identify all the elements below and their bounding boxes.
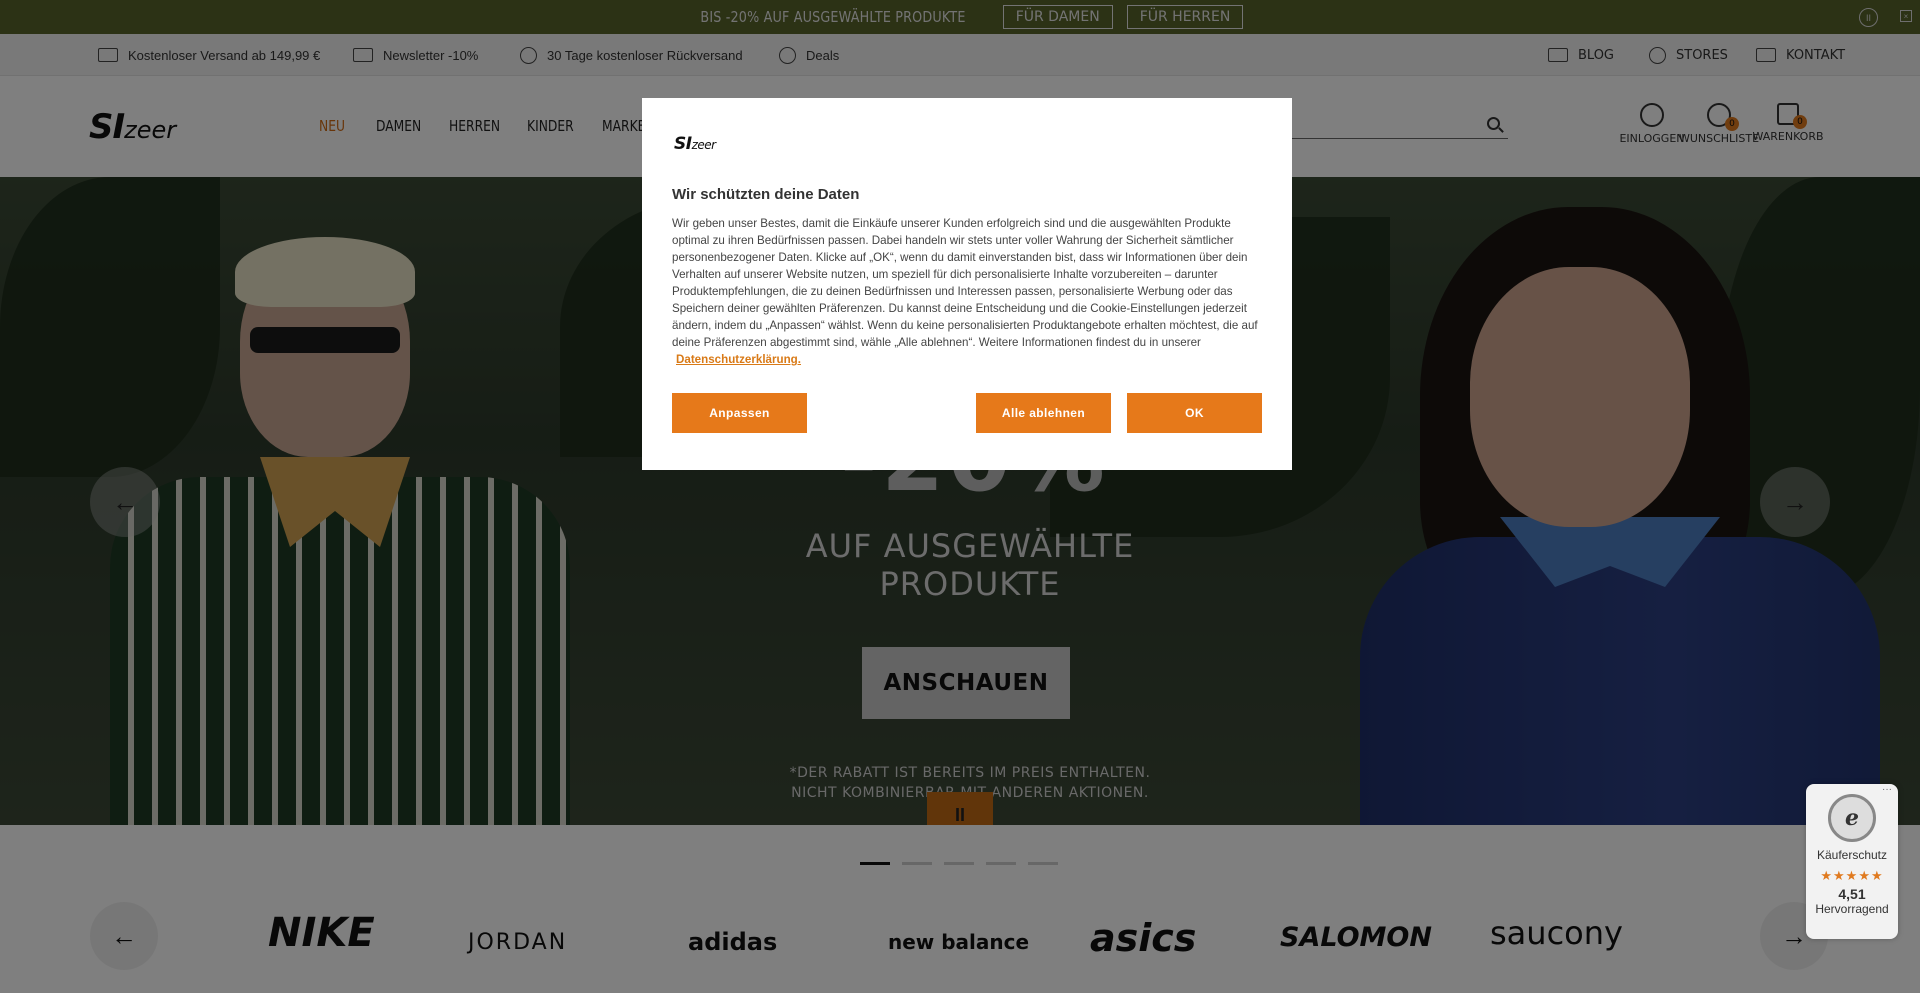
- trusted-shops-badge[interactable]: ··· e Käuferschutz ★★★★★ 4,51 Hervorrage…: [1806, 784, 1898, 939]
- rating-stars: ★★★★★: [1820, 868, 1884, 883]
- cookie-consent-dialog: SIzeer Wir schützten deine Daten Wir geb…: [642, 98, 1292, 470]
- trust-more-icon[interactable]: ···: [1882, 784, 1892, 795]
- modal-logo-main: SI: [674, 134, 692, 154]
- privacy-policy-link[interactable]: Datenschutzerklärung.: [676, 353, 801, 366]
- reject-all-button[interactable]: Alle ablehnen: [976, 393, 1111, 433]
- modal-logo-sub: zeer: [691, 138, 717, 152]
- cookie-title: Wir schützten deine Daten: [672, 186, 860, 203]
- rating-label: Hervorragend: [1815, 902, 1889, 916]
- cookie-body: Wir geben unser Bestes, damit die Einkäu…: [672, 215, 1264, 368]
- trust-label: Käuferschutz: [1816, 848, 1888, 862]
- customize-button[interactable]: Anpassen: [672, 393, 807, 433]
- accept-ok-button[interactable]: OK: [1127, 393, 1262, 433]
- cookie-body-text: Wir geben unser Bestes, damit die Einkäu…: [672, 217, 1258, 349]
- rating-score: 4,51: [1838, 886, 1866, 902]
- modal-logo: SIzeer: [674, 134, 716, 154]
- trusted-shops-seal-icon: e: [1828, 794, 1876, 842]
